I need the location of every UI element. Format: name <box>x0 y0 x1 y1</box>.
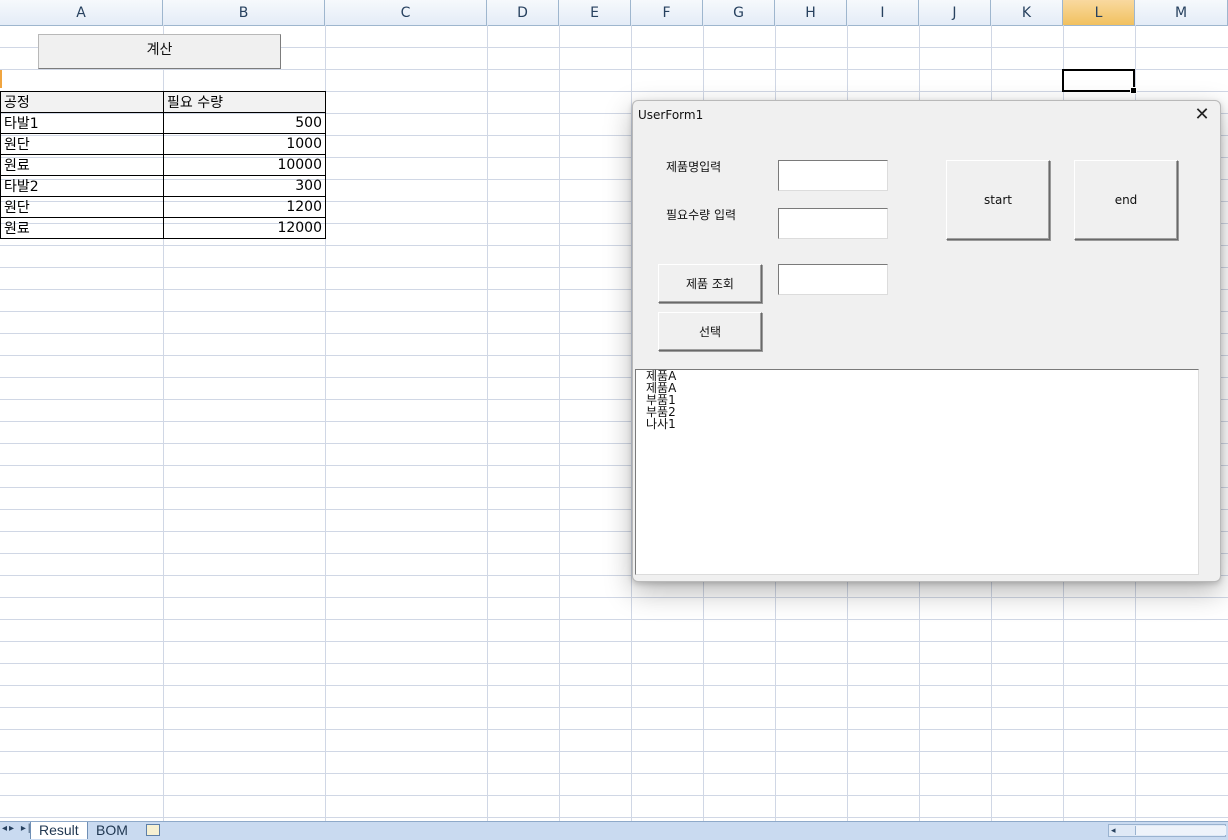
cell-process[interactable]: 원료 <box>0 154 164 176</box>
grid-hline <box>0 69 1228 70</box>
grid-hline <box>0 597 1228 598</box>
list-item[interactable]: 제품A <box>646 370 1188 382</box>
column-header-k[interactable]: K <box>991 0 1063 25</box>
column-header-f[interactable]: F <box>631 0 703 25</box>
scrollbar-thumb[interactable] <box>1135 826 1226 835</box>
column-header-g[interactable]: G <box>703 0 775 25</box>
cell-process[interactable]: 원단 <box>0 133 164 155</box>
grid-hline <box>0 729 1228 730</box>
list-item[interactable]: 부품1 <box>646 394 1188 406</box>
table-row: 타발2 300 <box>0 175 326 197</box>
header-required-quantity[interactable]: 필요 수량 <box>163 91 326 113</box>
column-header-m[interactable]: M <box>1135 0 1228 25</box>
quantity-input[interactable] <box>778 208 888 239</box>
cell-quantity[interactable]: 500 <box>163 112 326 134</box>
cell-quantity[interactable]: 12000 <box>163 217 326 239</box>
cell-process[interactable]: 원단 <box>0 196 164 218</box>
userform-title: UserForm1 <box>638 108 704 122</box>
grid-hline <box>0 707 1228 708</box>
sheet-nav-arrows-icon[interactable]: ◂▸ ▸| <box>2 823 32 834</box>
product-name-input[interactable] <box>778 160 888 191</box>
header-process[interactable]: 공정 <box>0 91 164 113</box>
table-row: 원단 1000 <box>0 133 326 155</box>
sheet-tab-bom[interactable]: BOM <box>88 822 136 839</box>
insert-sheet-icon[interactable] <box>146 824 160 836</box>
product-listbox[interactable]: 제품A 제품A 부품1 부품2 나사1 <box>635 369 1199 575</box>
table-row: 원료 10000 <box>0 154 326 176</box>
column-header-d[interactable]: D <box>487 0 559 25</box>
column-header-e[interactable]: E <box>559 0 631 25</box>
column-header-a[interactable]: A <box>0 0 163 25</box>
grid-hline <box>0 641 1228 642</box>
table-header-row: 공정 필요 수량 <box>0 91 326 113</box>
table-row: 원단 1200 <box>0 196 326 218</box>
list-item[interactable]: 부품2 <box>646 406 1188 418</box>
row-marker <box>0 70 2 88</box>
start-button[interactable]: start <box>946 160 1050 240</box>
userform-titlebar[interactable]: UserForm1 ✕ <box>633 101 1220 131</box>
process-quantity-table: 공정 필요 수량 타발1 500 원단 1000 원료 10000 타발2 30… <box>0 91 326 239</box>
list-item[interactable]: 제품A <box>646 382 1188 394</box>
sheet-tab-result[interactable]: Result <box>30 822 88 839</box>
grid-hline <box>0 663 1228 664</box>
column-header-bar: A B C D E F G H I J K L M <box>0 0 1228 26</box>
grid-hline <box>0 817 1228 818</box>
fill-handle[interactable] <box>1130 87 1137 94</box>
grid-hline <box>0 751 1228 752</box>
end-button[interactable]: end <box>1074 160 1178 240</box>
cell-process[interactable]: 원료 <box>0 217 164 239</box>
cell-quantity[interactable]: 10000 <box>163 154 326 176</box>
cell-quantity[interactable]: 1200 <box>163 196 326 218</box>
calculate-button[interactable]: 계산 <box>38 34 281 69</box>
column-header-i[interactable]: I <box>847 0 919 25</box>
cell-process[interactable]: 타발2 <box>0 175 164 197</box>
userform-dialog: UserForm1 ✕ 제품명입력 필요수량 입력 start end 제품 조… <box>632 100 1221 582</box>
table-row: 원료 12000 <box>0 217 326 239</box>
table-row: 타발1 500 <box>0 112 326 134</box>
product-name-label: 제품명입력 <box>666 160 722 174</box>
grid-vline <box>559 25 560 821</box>
scroll-left-icon[interactable]: ◂ <box>1111 825 1116 836</box>
grid-hline <box>0 795 1228 796</box>
select-button[interactable]: 선택 <box>658 312 762 351</box>
list-item[interactable]: 나사1 <box>646 418 1188 430</box>
horizontal-scrollbar[interactable]: ◂ <box>1108 824 1226 837</box>
lookup-result-input[interactable] <box>778 264 888 295</box>
cell-quantity[interactable]: 300 <box>163 175 326 197</box>
grid-hline <box>0 773 1228 774</box>
quantity-label: 필요수량 입력 <box>666 208 737 222</box>
cell-process[interactable]: 타발1 <box>0 112 164 134</box>
close-icon[interactable]: ✕ <box>1192 105 1212 125</box>
column-header-b[interactable]: B <box>163 0 325 25</box>
column-header-h[interactable]: H <box>775 0 847 25</box>
column-header-c[interactable]: C <box>325 0 487 25</box>
column-header-l[interactable]: L <box>1063 0 1135 25</box>
sheet-tab-bar: ◂▸ ▸| Result BOM ◂ <box>0 821 1228 840</box>
grid-hline <box>0 619 1228 620</box>
grid-hline <box>0 685 1228 686</box>
active-cell-l3[interactable] <box>1062 69 1137 94</box>
cell-quantity[interactable]: 1000 <box>163 133 326 155</box>
grid-vline <box>487 25 488 821</box>
product-lookup-button[interactable]: 제품 조회 <box>658 264 762 303</box>
column-header-j[interactable]: J <box>919 0 991 25</box>
